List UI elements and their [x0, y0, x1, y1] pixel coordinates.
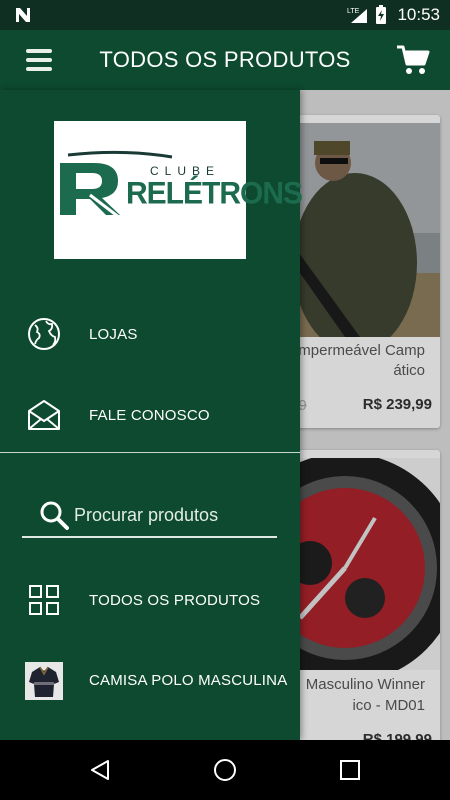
drawer-item-label: LOJAS — [89, 325, 138, 343]
page-title: TODOS OS PRODUTOS — [99, 47, 351, 72]
network-type: LTE — [347, 8, 360, 15]
navigation-drawer: CLUBE RELÉTRONS LOJAS FALE CONOSCO TO — [0, 90, 303, 740]
globe-icon — [28, 318, 60, 350]
drawer-item-fale-conosco[interactable]: FALE CONOSCO — [0, 385, 300, 445]
logo-main-text: RELÉTRONS — [126, 176, 303, 211]
drawer-item-label: CAMISA POLO MASCULINA — [89, 671, 288, 689]
app-bar: TODOS OS PRODUTOS — [0, 30, 450, 90]
system-nav-bar — [0, 740, 450, 800]
cart-icon[interactable] — [396, 44, 430, 76]
drawer-item-lojas[interactable]: LOJAS — [0, 304, 300, 364]
home-icon[interactable] — [213, 758, 237, 782]
app-notification-icon — [16, 8, 30, 22]
store-logo: CLUBE RELÉTRONS — [54, 121, 303, 259]
signal-lte-icon: LTE — [347, 8, 368, 23]
status-bar: LTE 10:53 — [0, 0, 450, 30]
drawer-scrim[interactable] — [300, 90, 450, 740]
envelope-icon — [28, 400, 60, 430]
drawer-item-todos-os-produtos[interactable]: TODOS OS PRODUTOS — [0, 570, 300, 630]
search-input[interactable] — [74, 500, 274, 530]
polo-shirt-thumbnail — [25, 662, 63, 700]
search-icon — [40, 501, 69, 530]
back-icon[interactable] — [88, 758, 112, 782]
search-field[interactable] — [22, 492, 277, 538]
battery-charging-icon — [376, 5, 387, 24]
drawer-item-label: FALE CONOSCO — [89, 406, 210, 424]
recents-icon[interactable] — [338, 758, 362, 782]
clock: 10:53 — [397, 5, 440, 24]
drawer-item-label: TODOS OS PRODUTOS — [89, 591, 261, 609]
grid-icon — [29, 585, 59, 615]
drawer-item-camisa-polo-masculina[interactable]: CAMISA POLO MASCULINA — [0, 650, 300, 710]
drawer-divider — [0, 452, 300, 453]
